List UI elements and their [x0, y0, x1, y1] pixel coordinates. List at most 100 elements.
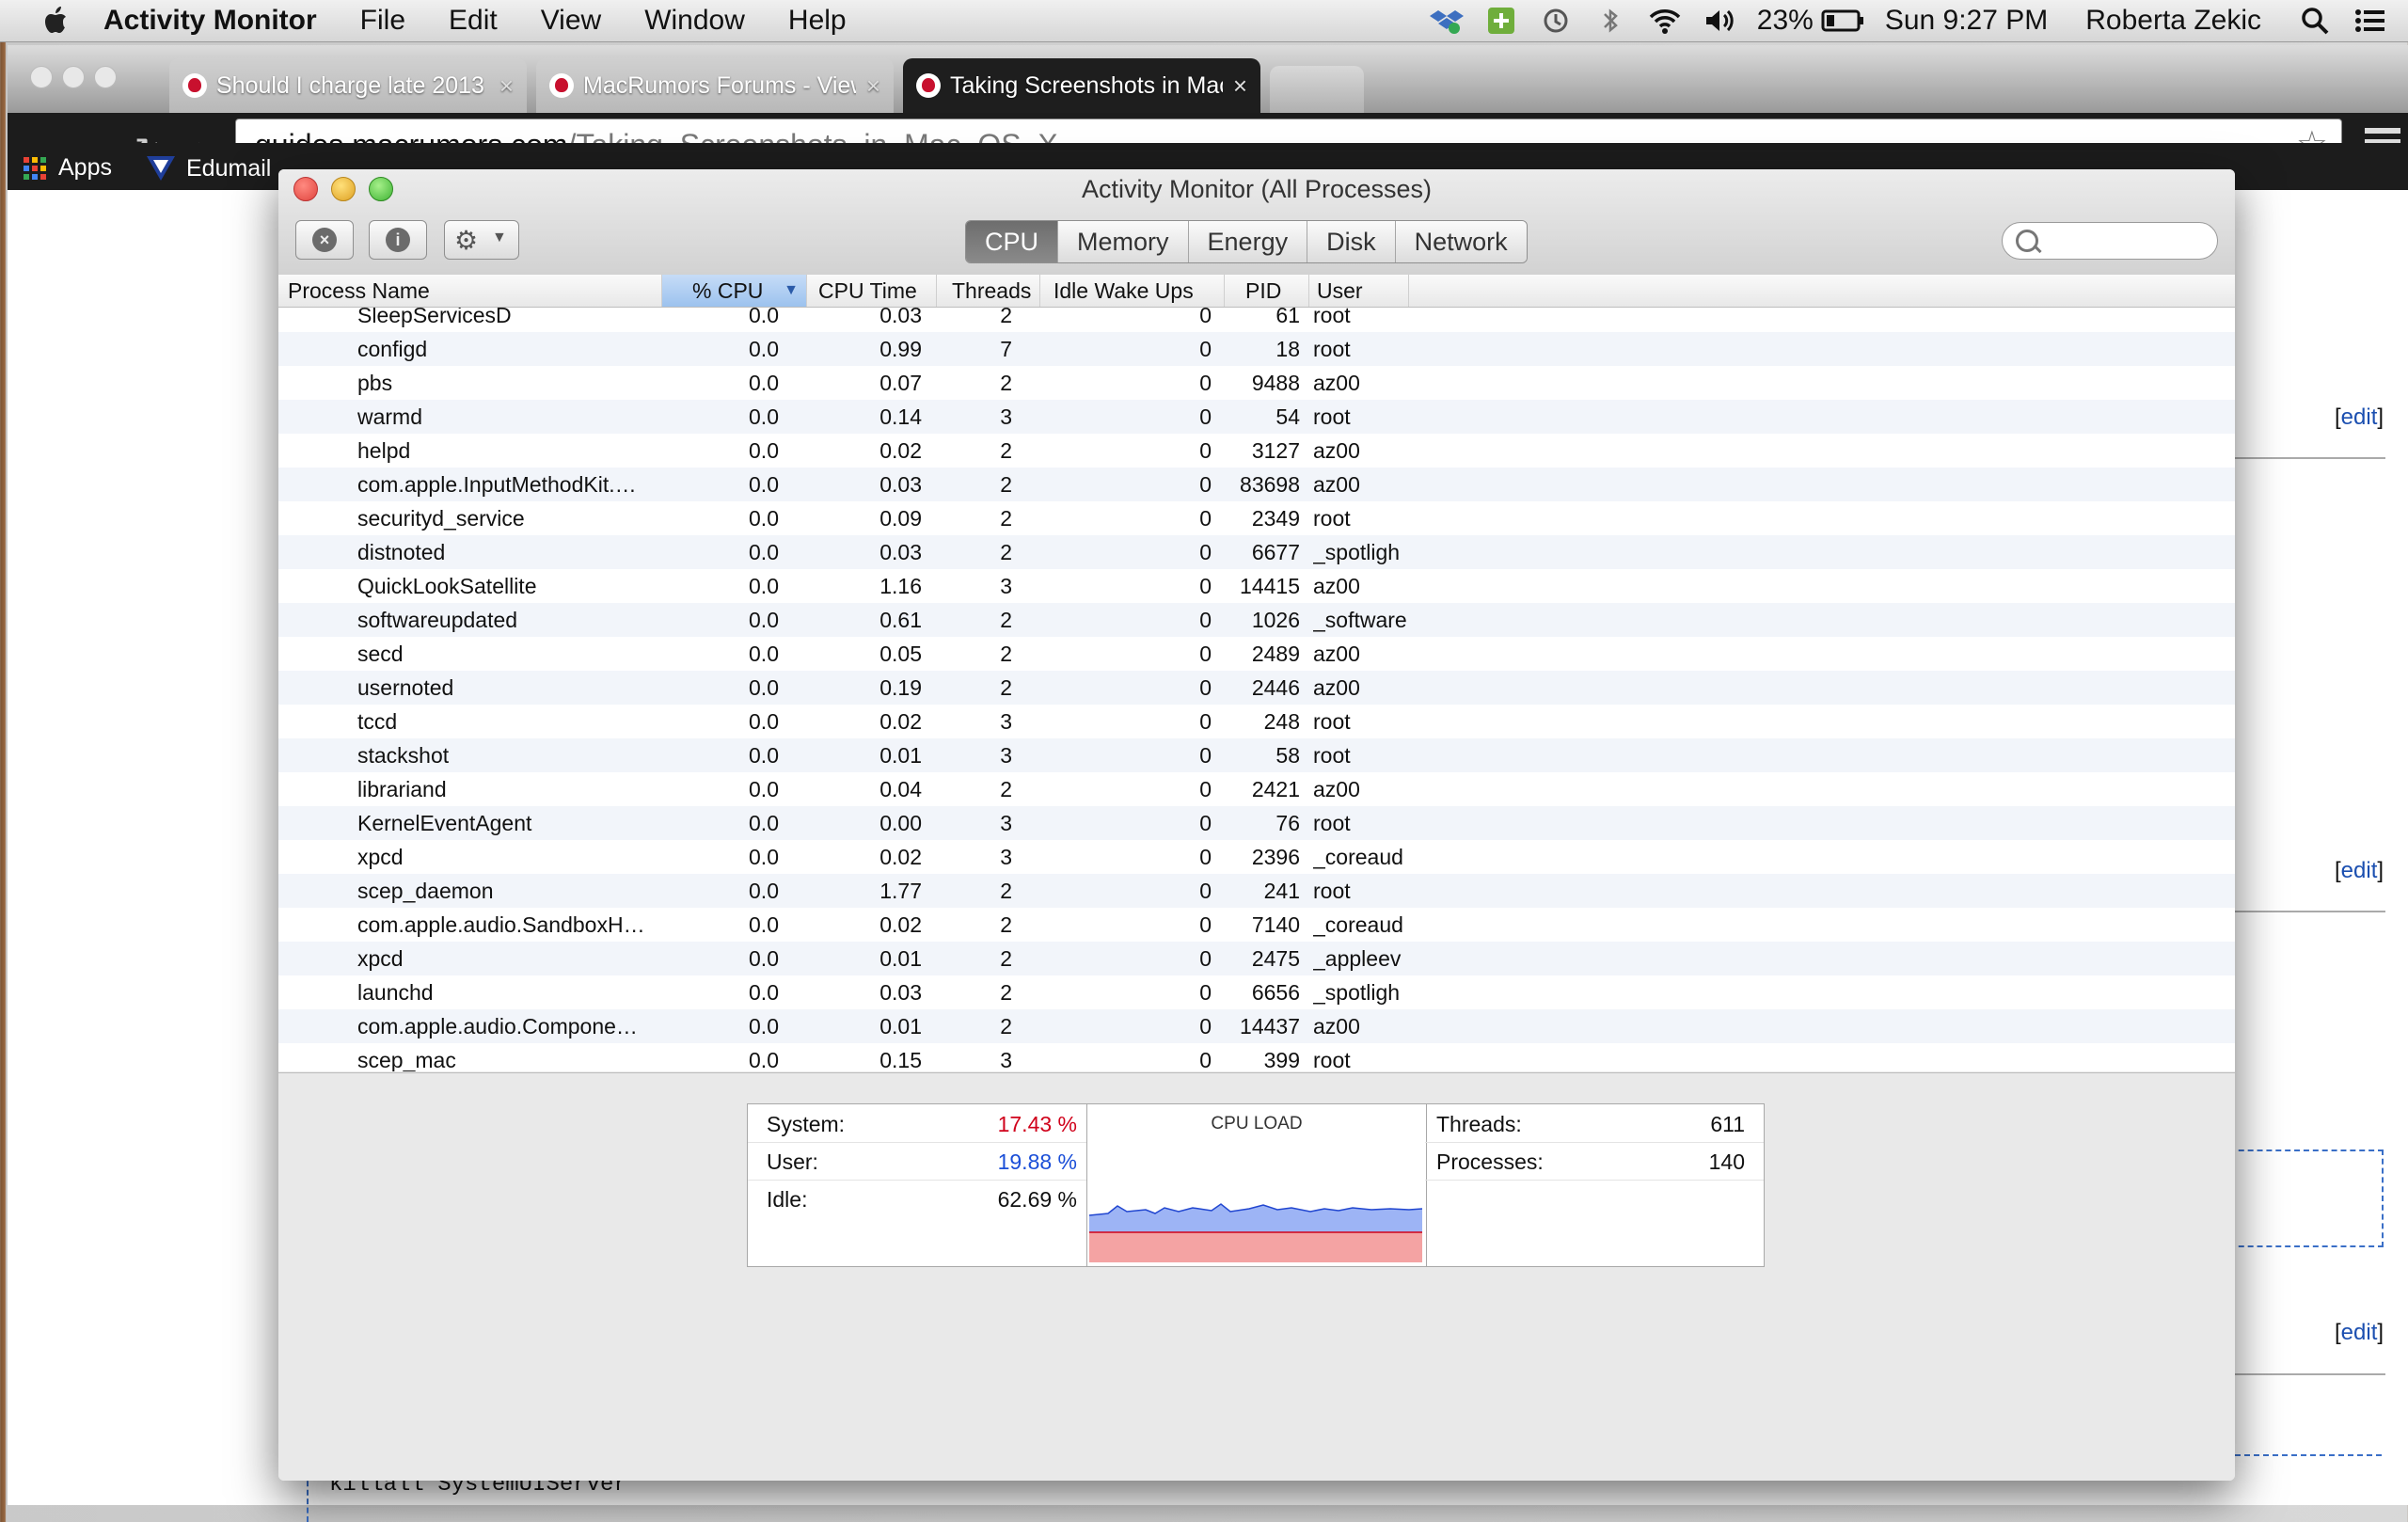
column-process-name[interactable]: Process Name — [278, 275, 662, 307]
cell-pid: 1026 — [1251, 608, 1300, 632]
table-row[interactable]: usernoted 0.0 0.19 2 0 2446 az00 — [278, 671, 2235, 705]
gear-icon: ⚙ — [454, 226, 479, 255]
tab-disk[interactable]: Disk — [1307, 221, 1395, 262]
browser-tab-2[interactable]: MacRumors Forums - View × — [536, 58, 894, 113]
table-row[interactable]: helpd 0.0 0.02 2 0 3127 az00 — [278, 434, 2235, 468]
wifi-icon[interactable] — [1648, 7, 1682, 35]
table-row[interactable]: configd 0.0 0.99 7 0 18 root — [278, 332, 2235, 366]
bluetooth-icon[interactable] — [1593, 7, 1627, 35]
browser-zoom-button[interactable] — [94, 66, 117, 88]
tab-cpu[interactable]: CPU — [966, 221, 1058, 262]
cell-cpu: 0.0 — [749, 337, 779, 361]
battery-icon[interactable] — [1821, 7, 1864, 35]
menu-help[interactable]: Help — [788, 5, 847, 37]
tab-network[interactable]: Network — [1394, 221, 1527, 262]
cell-idle: 0 — [1199, 574, 1212, 598]
cell-idle: 0 — [1199, 675, 1212, 700]
cell-cpu: 0.0 — [749, 1048, 779, 1071]
tab-memory[interactable]: Memory — [1057, 221, 1188, 262]
table-row[interactable]: softwareupdated 0.0 0.61 2 0 1026 _software — [278, 603, 2235, 637]
table-row[interactable]: tccd 0.0 0.02 3 0 248 root — [278, 705, 2235, 738]
search-input[interactable] — [2050, 227, 2204, 255]
tab-close-icon[interactable]: × — [866, 71, 880, 101]
menu-file[interactable]: File — [360, 5, 405, 37]
cell-time: 0.03 — [879, 308, 922, 327]
cell-user: _appleev — [1313, 946, 1402, 971]
table-row[interactable]: scep_mac 0.0 0.15 3 0 399 root — [278, 1043, 2235, 1071]
menu-clock[interactable]: Sun 9:27 PM — [1885, 5, 2048, 37]
browser-tab-3-active[interactable]: Taking Screenshots in Mac × — [903, 58, 1260, 113]
cell-time: 0.03 — [879, 980, 922, 1005]
edit-link-1[interactable]: [edit] — [2335, 404, 2384, 431]
cell-idle: 0 — [1199, 1014, 1212, 1038]
browser-tab-1[interactable]: Should I charge late 2013 × — [169, 58, 527, 113]
column-threads[interactable]: Threads — [937, 275, 1040, 307]
column-pid[interactable]: PID — [1225, 275, 1309, 307]
table-row[interactable]: pbs 0.0 0.07 2 0 9488 az00 — [278, 366, 2235, 400]
evernote-plus-icon[interactable] — [1484, 7, 1518, 35]
menu-user-name[interactable]: Roberta Zekic — [2085, 5, 2261, 37]
cell-pid: 76 — [1275, 811, 1300, 835]
cell-idle: 0 — [1199, 371, 1212, 395]
menu-window[interactable]: Window — [644, 5, 745, 37]
table-row[interactable]: stackshot 0.0 0.01 3 0 58 root — [278, 738, 2235, 772]
table-row[interactable]: secd 0.0 0.05 2 0 2489 az00 — [278, 637, 2235, 671]
cell-user: root — [1313, 506, 1351, 531]
cell-user: az00 — [1313, 371, 1360, 395]
menu-app-name[interactable]: Activity Monitor — [103, 5, 317, 37]
bookmark-apps[interactable]: Apps — [23, 154, 112, 182]
edit-link-3[interactable]: [edit] — [2335, 1320, 2384, 1346]
new-tab-button[interactable] — [1270, 66, 1364, 113]
time-machine-icon[interactable] — [1539, 7, 1573, 35]
cell-idle: 0 — [1199, 743, 1212, 768]
cell-idle: 0 — [1199, 811, 1212, 835]
quit-process-button[interactable]: × — [295, 220, 354, 260]
cell-threads: 3 — [1000, 811, 1012, 835]
cell-cpu: 0.0 — [749, 777, 779, 801]
browser-close-button[interactable] — [30, 66, 53, 88]
table-row[interactable]: distnoted 0.0 0.03 2 0 6677 _spotligh — [278, 535, 2235, 569]
table-row[interactable]: launchd 0.0 0.03 2 0 6656 _spotligh — [278, 975, 2235, 1009]
table-row[interactable]: xpcd 0.0 0.02 3 0 2396 _coreaud — [278, 840, 2235, 874]
table-row[interactable]: KernelEventAgent 0.0 0.00 3 0 76 root — [278, 806, 2235, 840]
action-menu-button[interactable]: ⚙ ▼ — [444, 220, 519, 260]
cell-user: root — [1313, 743, 1351, 768]
table-row[interactable]: SleepServicesD 0.0 0.03 2 0 61 root — [278, 308, 2235, 332]
search-field[interactable] — [2002, 222, 2218, 260]
tab-energy[interactable]: Energy — [1187, 221, 1307, 262]
tab-close-icon[interactable]: × — [1233, 71, 1247, 101]
table-row[interactable]: librariand 0.0 0.04 2 0 2421 az00 — [278, 772, 2235, 806]
table-row[interactable]: warmd 0.0 0.14 3 0 54 root — [278, 400, 2235, 434]
cell-pid: 399 — [1263, 1048, 1300, 1071]
table-row[interactable]: com.apple.audio.SandboxH… 0.0 0.02 2 0 7140 _c… — [278, 908, 2235, 942]
cell-cpu: 0.0 — [749, 308, 779, 327]
notification-center-icon[interactable] — [2353, 7, 2387, 35]
column-cpu-percent[interactable]: % CPU ▼ — [662, 275, 807, 307]
column-cpu-time[interactable]: CPU Time — [807, 275, 937, 307]
table-row[interactable]: com.apple.audio.Compone… 0.0 0.01 2 0 14437 az… — [278, 1009, 2235, 1043]
table-row[interactable]: scep_daemon 0.0 1.77 2 0 241 root — [278, 874, 2235, 908]
inspect-process-button[interactable]: i — [369, 220, 427, 260]
column-user[interactable]: User — [1309, 275, 1409, 307]
table-row[interactable]: QuickLookSatellite 0.0 1.16 3 0 14415 az00 — [278, 569, 2235, 603]
cpu-stats-box: System: 17.43 % User: 19.88 % Idle: 62.6… — [747, 1103, 1765, 1267]
menu-edit[interactable]: Edit — [449, 5, 498, 37]
dropbox-icon[interactable] — [1429, 7, 1464, 35]
browser-minimize-button[interactable] — [62, 66, 85, 88]
cell-name: com.apple.audio.SandboxH… — [357, 912, 645, 937]
cell-user: az00 — [1313, 472, 1360, 497]
cell-pid: 2349 — [1251, 506, 1300, 531]
spotlight-icon[interactable] — [2299, 7, 2333, 35]
column-idle-wake-ups[interactable]: Idle Wake Ups — [1040, 275, 1225, 307]
menu-view[interactable]: View — [541, 5, 601, 37]
table-row[interactable]: xpcd 0.0 0.01 2 0 2475 _appleev — [278, 942, 2235, 975]
bookmark-edumail[interactable]: Edumail — [145, 154, 271, 182]
edit-link-2[interactable]: [edit] — [2335, 858, 2384, 884]
tab-close-icon[interactable]: × — [499, 71, 514, 101]
cell-time: 1.77 — [879, 879, 922, 903]
volume-icon[interactable] — [1703, 7, 1736, 35]
table-row[interactable]: securityd_service 0.0 0.09 2 0 2349 root — [278, 501, 2235, 535]
apple-icon[interactable] — [38, 5, 75, 37]
cell-name: librariand — [357, 777, 447, 801]
table-row[interactable]: com.apple.InputMethodKit.… 0.0 0.03 2 0 83698… — [278, 468, 2235, 501]
